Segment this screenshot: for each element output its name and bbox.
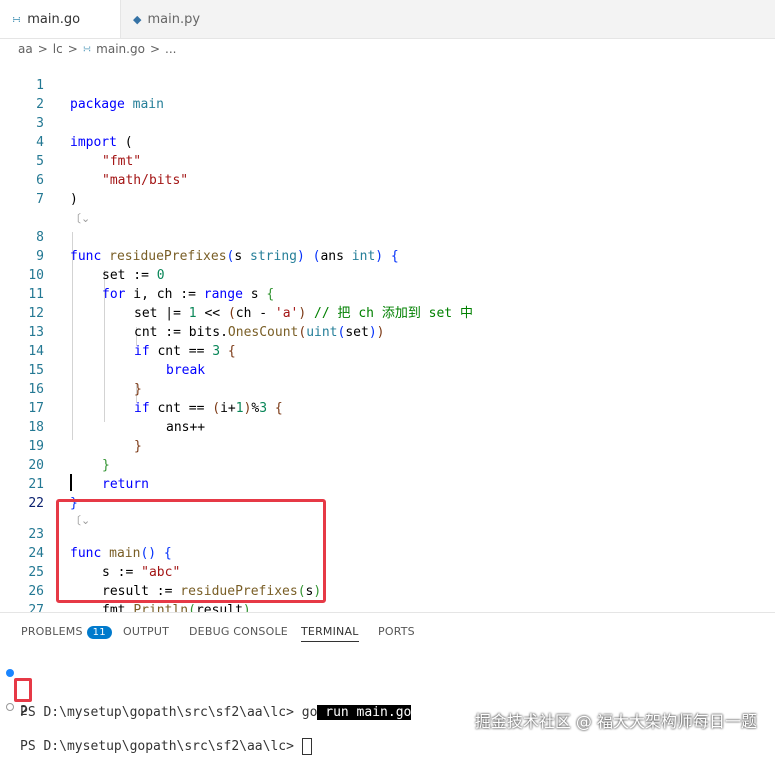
text-cursor [70,474,72,491]
tab-output[interactable]: OUTPUT [123,625,169,638]
code-line: 17 ans++ [0,380,775,435]
code-line: 11 set |= 1 << (ch - 'a') // 把 ch 添加到 se… [0,266,775,321]
code-line: 10 for i, ch := range s { [0,247,775,302]
panel-tabs: PROBLEMS 11 OUTPUT DEBUG CONSOLE TERMINAL… [0,613,775,651]
highlight-box-output [14,678,32,702]
code-line: 14 break [0,323,775,378]
code-line: 20 return [0,437,775,492]
tab-ports[interactable]: PORTS [378,625,415,638]
code-line: 12 cnt := bits.OnesCount(uint(set)) [0,285,775,340]
python-file-icon: ◆ [133,12,142,26]
code-line: 19 } [0,418,775,473]
code-line: 7 [0,171,775,207]
code-line: 15 } [0,342,775,397]
go-file-icon: ∺ [82,43,92,55]
editor-tab-bar: ∺ main.go ◆ main.py [0,0,775,39]
command-pending-dot-icon[interactable] [6,703,14,711]
breadcrumb-item-main-go[interactable]: main.go [96,42,145,56]
breadcrumb-item-symbols[interactable]: ... [165,42,176,56]
code-line: 6 ) [0,152,775,207]
breadcrumb: aa > lc > ∺ main.go > ... [0,39,775,59]
breadcrumb-item-aa[interactable]: aa [18,42,33,56]
code-line: 2 [0,76,775,112]
problems-count-badge: 11 [86,626,112,639]
code-line: 5 "math/bits" [0,133,775,188]
code-lens-row: 〔⌄ [0,190,775,225]
terminal-cursor[interactable] [301,738,312,755]
watermark: 掘金技术社区 @ 福大大架构师每日一题 [474,712,757,731]
command-success-dot-icon[interactable] [6,669,14,677]
breadcrumb-item-lc[interactable]: lc [53,42,63,56]
breadcrumb-separator: > [37,42,48,56]
tab-label: main.go [27,11,81,27]
breadcrumb-separator: > [67,42,78,56]
code-line: 3 import ( [0,95,775,150]
code-line: 21 } [0,456,775,511]
tab-debug-console[interactable]: DEBUG CONSOLE [189,625,288,638]
code-line: 1 package main [0,57,775,112]
breadcrumb-separator: > [149,42,160,56]
tab-label: main.py [147,11,201,27]
tab-terminal[interactable]: TERMINAL [301,625,359,642]
code-line: 9 set := 0 [0,228,775,283]
code-line: 4 "fmt" [0,114,775,169]
code-line: 16 if cnt == (i+1)%3 { [0,361,775,416]
code-line: 18 } [0,399,775,454]
code-line: 13 if cnt == 3 { [0,304,775,359]
go-file-icon: ∺ [12,12,22,26]
code-line: 8 func residuePrefixes(s string) (ans in… [0,209,775,264]
tab-main-go[interactable]: ∺ main.go [0,0,121,38]
highlight-box-main-func [56,499,326,603]
terminal-prompt: PS D:\mysetup\gopath\src\sf2\aa\lc> [20,739,302,754]
tab-main-py[interactable]: ◆ main.py [121,0,231,38]
terminal-line: PS D:\mysetup\gopath\src\sf2\aa\lc> go r… [0,663,775,720]
tab-problems[interactable]: PROBLEMS 11 [21,625,112,639]
tab-problems-label: PROBLEMS [21,625,83,638]
